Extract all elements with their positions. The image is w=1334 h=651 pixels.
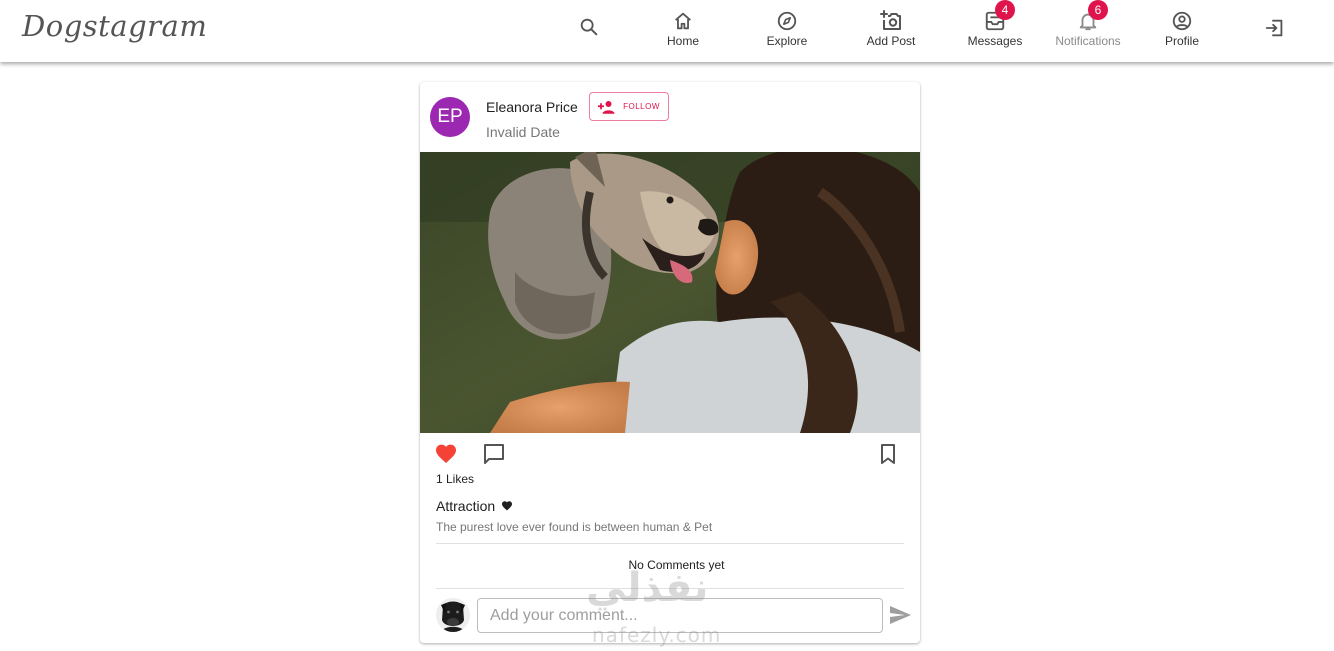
nav-profile-label: Profile: [1164, 34, 1199, 48]
messages-badge: 4: [995, 0, 1015, 20]
search-icon: [580, 18, 598, 36]
app-bar: Dogstagram Home Explore Add Post 4 Messa…: [0, 0, 1334, 62]
nav-home-label: Home: [666, 34, 699, 48]
logout-button[interactable]: [1262, 15, 1288, 41]
like-button[interactable]: [434, 442, 458, 466]
comment-input[interactable]: [477, 598, 883, 633]
person-add-icon: [598, 100, 615, 114]
app-logo[interactable]: Dogstagram: [22, 9, 207, 43]
nav-messages[interactable]: 4 Messages: [950, 0, 1040, 51]
compass-icon: [775, 9, 799, 33]
likes-count: 1 Likes: [436, 472, 475, 486]
comment-icon: [484, 444, 504, 464]
nav-profile[interactable]: Profile: [1137, 9, 1227, 51]
divider: [436, 588, 904, 589]
nav-explore[interactable]: Explore: [742, 9, 832, 51]
bookmark-button[interactable]: [876, 442, 900, 466]
divider: [436, 543, 904, 544]
post-image[interactable]: [420, 152, 920, 433]
nav-notifications[interactable]: 6 Notifications: [1043, 0, 1133, 51]
nav-messages-label: Messages: [967, 34, 1023, 48]
bell-icon: 6: [1076, 0, 1108, 33]
send-button[interactable]: [888, 603, 912, 627]
author-avatar[interactable]: EP: [430, 97, 470, 137]
post-title: Attraction: [436, 498, 513, 514]
current-user-avatar[interactable]: [436, 598, 470, 632]
logout-icon: [1265, 19, 1283, 37]
black-heart-icon: [502, 501, 513, 511]
nav-explore-label: Explore: [766, 34, 808, 48]
nav-add-post-label: Add Post: [866, 34, 916, 48]
nav-home[interactable]: Home: [638, 9, 728, 51]
post-title-text: Attraction: [436, 498, 496, 514]
post-caption: The purest love ever found is between hu…: [436, 520, 713, 534]
post-date: Invalid Date: [486, 124, 560, 140]
search-button[interactable]: [576, 14, 602, 40]
follow-label: FOLLOW: [623, 102, 660, 111]
inbox-icon: 4: [983, 0, 1015, 33]
add-photo-icon: [879, 9, 903, 33]
notifications-badge: 6: [1088, 0, 1108, 20]
account-circle-icon: [1170, 9, 1194, 33]
post-card: EP Eleanora Price FOLLOW Invalid Date 1 …: [420, 82, 920, 643]
nav-notifications-label: Notifications: [1055, 34, 1121, 48]
send-icon: [890, 606, 911, 624]
nav-add-post[interactable]: Add Post: [846, 9, 936, 51]
heart-icon: [436, 444, 456, 463]
comment-button[interactable]: [482, 442, 506, 466]
no-comments-text: No Comments yet: [628, 558, 725, 572]
follow-button[interactable]: FOLLOW: [589, 92, 669, 121]
home-icon: [671, 9, 695, 33]
author-name[interactable]: Eleanora Price: [486, 99, 578, 115]
bookmark-icon: [881, 444, 895, 464]
